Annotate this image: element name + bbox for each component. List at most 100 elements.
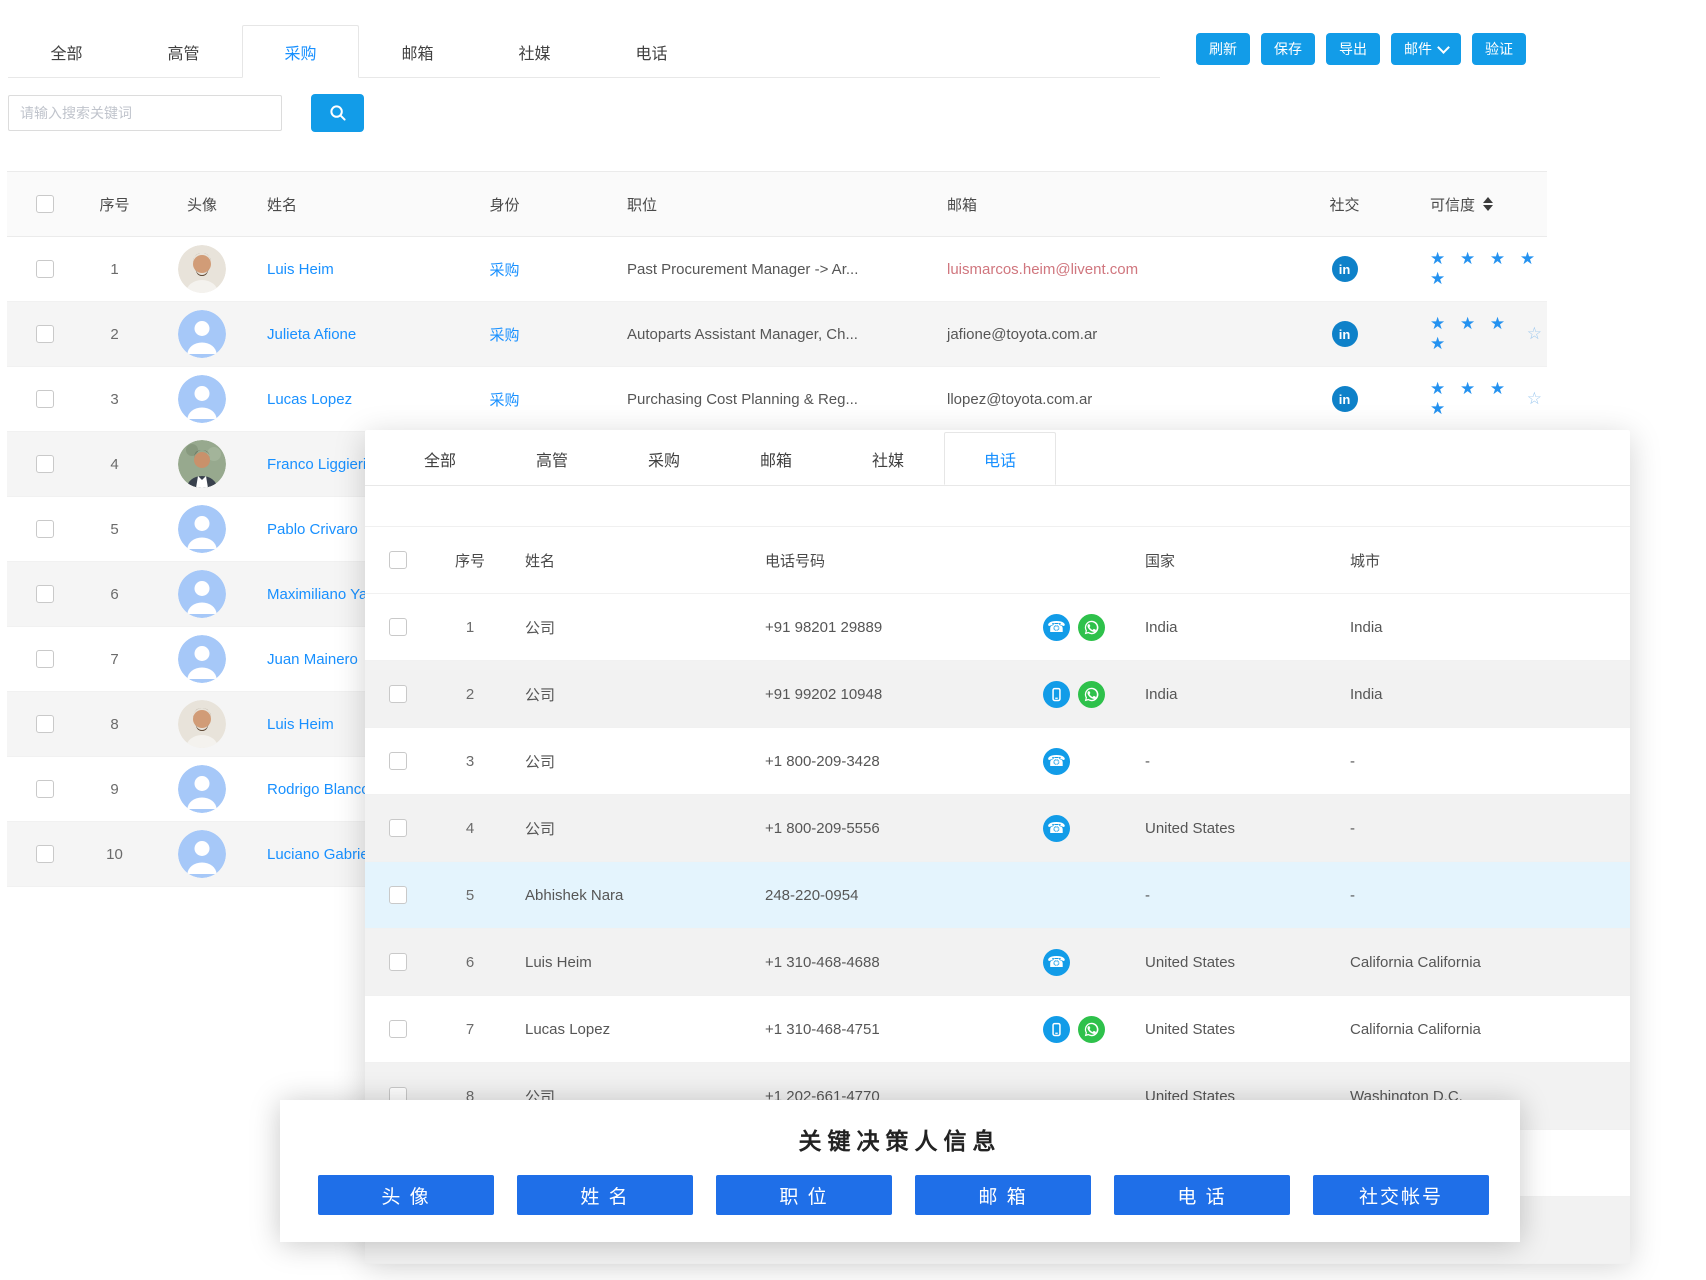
email-text: llopez@toyota.com.ar	[947, 391, 1092, 408]
mobile-icon[interactable]	[1043, 1016, 1070, 1043]
row-number: 7	[431, 1021, 509, 1038]
title-button[interactable]: 职 位	[716, 1175, 892, 1215]
landline-icon[interactable]: ☎	[1043, 614, 1070, 641]
table-row: 4 公司 +1 800-209-5556 ☎ United States -	[365, 795, 1630, 862]
identity-tag: 采购	[452, 259, 557, 280]
row-checkbox[interactable]	[36, 585, 54, 603]
identity-tag: 采购	[452, 389, 557, 410]
country-value: United States	[1145, 954, 1350, 971]
verify-button[interactable]: 验证	[1472, 33, 1526, 65]
refresh-button[interactable]: 刷新	[1196, 33, 1250, 65]
table-row: 1 Luis Heim 采购 Past Procurement Manager …	[7, 237, 1547, 302]
header-name: 姓名	[257, 194, 452, 215]
row-number: 8	[82, 716, 147, 733]
avatar	[178, 635, 226, 683]
app-screen: 全部 高管 采购 邮箱 社媒 电话 刷新 保存 导出 邮件 验证 序号 头像 姓…	[0, 0, 1706, 1280]
linkedin-icon[interactable]: in	[1332, 386, 1358, 412]
row-number: 5	[82, 521, 147, 538]
linkedin-icon[interactable]: in	[1332, 256, 1358, 282]
header-avatar: 头像	[147, 194, 257, 215]
phone-owner: 公司	[509, 684, 749, 705]
landline-icon[interactable]: ☎	[1043, 949, 1070, 976]
row-checkbox[interactable]	[36, 325, 54, 343]
country-value: -	[1145, 753, 1350, 770]
row-checkbox[interactable]	[389, 618, 407, 636]
city-value: -	[1350, 820, 1630, 837]
row-checkbox[interactable]	[36, 715, 54, 733]
email-text: jafione@toyota.com.ar	[947, 326, 1097, 343]
search-button[interactable]	[311, 94, 364, 132]
search-input[interactable]	[8, 95, 282, 131]
name-button[interactable]: 姓 名	[517, 1175, 693, 1215]
job-title: Autoparts Assistant Manager, Ch...	[557, 326, 942, 343]
row-checkbox[interactable]	[389, 886, 407, 904]
row-checkbox[interactable]	[36, 650, 54, 668]
table-row: 3 公司 +1 800-209-3428 ☎ - -	[365, 728, 1630, 795]
city-value: -	[1350, 887, 1630, 904]
select-all-checkbox[interactable]	[36, 195, 54, 213]
mail-button-label: 邮件	[1404, 39, 1432, 59]
table-header-row: 序号 姓名 电话号码 国家 城市	[365, 526, 1630, 594]
phone-number: +1 800-209-5556	[749, 820, 1029, 837]
phone-number: +91 99202 10948	[749, 686, 1029, 703]
tab-phone[interactable]: 电话	[944, 432, 1056, 485]
contact-name-link[interactable]: Maximiliano Ya	[267, 586, 367, 603]
tab-all[interactable]: 全部	[384, 432, 496, 485]
phone-number: +1 310-468-4688	[749, 954, 1029, 971]
tab-email[interactable]: 邮箱	[359, 25, 476, 78]
tab-all[interactable]: 全部	[8, 25, 125, 78]
sort-caret-icon[interactable]	[1483, 197, 1493, 211]
whatsapp-icon[interactable]	[1078, 614, 1105, 641]
header-num: 序号	[431, 550, 509, 571]
contact-name-link[interactable]: Pablo Crivaro	[267, 521, 358, 538]
toolbar: 刷新 保存 导出 邮件 验证	[1196, 33, 1526, 65]
mail-dropdown-button[interactable]: 邮件	[1391, 33, 1461, 65]
avatar-button[interactable]: 头 像	[318, 1175, 494, 1215]
avatar	[178, 700, 226, 748]
social-account-button[interactable]: 社交帐号	[1313, 1175, 1489, 1215]
contact-name-link[interactable]: Lucas Lopez	[267, 391, 352, 408]
save-button[interactable]: 保存	[1261, 33, 1315, 65]
landline-icon[interactable]: ☎	[1043, 815, 1070, 842]
row-checkbox[interactable]	[36, 780, 54, 798]
email-button[interactable]: 邮 箱	[915, 1175, 1091, 1215]
tab-email[interactable]: 邮箱	[720, 432, 832, 485]
row-checkbox[interactable]	[389, 685, 407, 703]
whatsapp-icon[interactable]	[1078, 1016, 1105, 1043]
city-value: -	[1350, 753, 1630, 770]
row-checkbox[interactable]	[36, 845, 54, 863]
mobile-icon[interactable]	[1043, 681, 1070, 708]
linkedin-icon[interactable]: in	[1332, 321, 1358, 347]
row-checkbox[interactable]	[389, 953, 407, 971]
contact-name-link[interactable]: Luis Heim	[267, 716, 334, 733]
phone-button[interactable]: 电 话	[1114, 1175, 1290, 1215]
tab-phone[interactable]: 电话	[593, 25, 710, 78]
contact-name-link[interactable]: Luis Heim	[267, 261, 334, 278]
contact-name-link[interactable]: Luciano Gabrie	[267, 846, 369, 863]
tab-executives[interactable]: 高管	[125, 25, 242, 78]
row-checkbox[interactable]	[389, 819, 407, 837]
tab-social[interactable]: 社媒	[832, 432, 944, 485]
row-checkbox[interactable]	[36, 455, 54, 473]
row-checkbox[interactable]	[389, 1020, 407, 1038]
contact-name-link[interactable]: Franco Liggieri	[267, 456, 366, 473]
row-checkbox[interactable]	[36, 520, 54, 538]
landline-icon[interactable]: ☎	[1043, 748, 1070, 775]
select-all-checkbox[interactable]	[389, 551, 407, 569]
contact-name-link[interactable]: Juan Mainero	[267, 651, 358, 668]
avatar	[178, 830, 226, 878]
row-checkbox[interactable]	[36, 390, 54, 408]
contact-tabbar: 全部 高管 采购 邮箱 社媒 电话	[8, 25, 710, 78]
row-checkbox[interactable]	[36, 260, 54, 278]
contact-name-link[interactable]: Rodrigo Blanco	[267, 781, 370, 798]
export-button[interactable]: 导出	[1326, 33, 1380, 65]
contact-name-link[interactable]: Julieta Afione	[267, 326, 356, 343]
tab-social[interactable]: 社媒	[476, 25, 593, 78]
tab-procurement[interactable]: 采购	[608, 432, 720, 485]
table-row: 2 Julieta Afione 采购 Autoparts Assistant …	[7, 302, 1547, 367]
row-checkbox[interactable]	[389, 752, 407, 770]
whatsapp-icon[interactable]	[1078, 681, 1105, 708]
tab-executives[interactable]: 高管	[496, 432, 608, 485]
row-number: 1	[431, 619, 509, 636]
tab-procurement[interactable]: 采购	[242, 25, 359, 78]
